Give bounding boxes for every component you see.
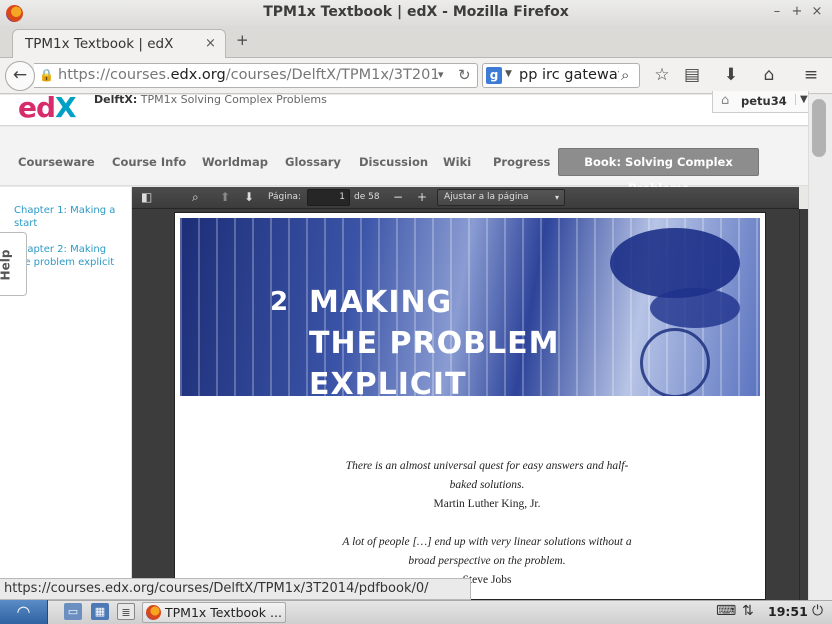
file-manager-icon[interactable]: ▭	[64, 603, 82, 620]
clock[interactable]: 19:51	[768, 604, 808, 619]
tab-book-active[interactable]: Book: Solving Complex Problems	[558, 148, 759, 195]
new-tab-button[interactable]: +	[236, 31, 249, 49]
search-input[interactable]: pp irc gateway	[519, 67, 619, 83]
url-bar[interactable]: 🔒 https://courses.edx.org/courses/DelftX…	[34, 63, 478, 88]
tab-glossary[interactable]: Glossary	[285, 155, 341, 169]
window-title: TPM1x Textbook | edX - Mozilla Firefox	[263, 4, 569, 20]
chapter-title-line-2: THE PROBLEM	[309, 326, 560, 361]
reload-icon[interactable]: ↻	[458, 66, 471, 84]
chapter-title-line-3: EXPLICIT	[309, 367, 467, 396]
keyboard-icon[interactable]: ⌨	[716, 603, 736, 619]
tab-discussion[interactable]: Discussion	[359, 155, 428, 169]
page-count: de 58	[354, 192, 380, 202]
menu-icon[interactable]: ≡	[800, 65, 822, 85]
minimize-button[interactable]: –	[768, 4, 786, 19]
lock-icon[interactable]: 🔒	[39, 68, 54, 82]
status-link-preview: https://courses.edx.org/courses/DelftX/T…	[0, 578, 471, 600]
zoom-out-button[interactable]: −	[393, 190, 403, 204]
google-search-engine-icon[interactable]: g	[486, 67, 502, 84]
url-dropdown-icon[interactable]: ▾	[438, 68, 444, 81]
close-window-button[interactable]: ×	[808, 4, 826, 19]
help-label: Help	[0, 249, 13, 281]
maximize-button[interactable]: +	[788, 4, 806, 19]
chapter-link-1[interactable]: Chapter 1: Making a start	[14, 204, 124, 230]
page-scrollbar[interactable]	[808, 95, 832, 600]
tab-courseware[interactable]: Courseware	[18, 155, 95, 169]
power-icon[interactable]: ⏻	[812, 603, 823, 619]
network-icon[interactable]: ⇅	[742, 603, 754, 619]
bookmark-star-icon[interactable]: ☆	[651, 65, 673, 85]
quote-1: There is an almost universal quest for e…	[345, 460, 629, 510]
page-number-input[interactable]: 1	[307, 189, 350, 206]
page-scrollbar-thumb[interactable]	[812, 99, 826, 157]
chapter-link-2[interactable]: Chapter 2: Making the problem explicit	[14, 243, 124, 269]
browser-tab[interactable]: TPM1x Textbook | edX ×	[12, 29, 226, 59]
user-dropdown-icon[interactable]: ▼	[795, 94, 808, 105]
sidebar-toggle-icon[interactable]: ◧	[141, 190, 152, 204]
start-menu-button[interactable]: ◠	[0, 600, 48, 624]
firefox-icon	[146, 605, 161, 620]
next-page-icon[interactable]: ⬇	[244, 190, 254, 204]
search-icon[interactable]: ⌕	[621, 66, 629, 84]
tab-label: TPM1x Textbook | edX	[25, 36, 174, 52]
search-engine-dropdown-icon[interactable]: ▼	[505, 69, 512, 79]
taskbar-window-firefox[interactable]: TPM1x Textbook ...	[142, 602, 286, 623]
tab-close-icon[interactable]: ×	[205, 36, 216, 51]
window-titlebar: TPM1x Textbook | edX - Mozilla Firefox –…	[0, 0, 832, 26]
course-name: DelftX: TPM1x Solving Complex Problems	[94, 93, 327, 106]
tab-course-info[interactable]: Course Info	[112, 155, 186, 169]
text-editor-icon[interactable]: ≣	[117, 603, 135, 620]
downloads-icon[interactable]: ⬇	[720, 65, 742, 85]
home-icon[interactable]: ⌂	[758, 65, 780, 85]
chapter-number: 2	[270, 287, 289, 317]
search-bar[interactable]: g ▼ pp irc gateway ⌕	[482, 63, 640, 88]
workspace-icon[interactable]: ▦	[91, 603, 109, 620]
username[interactable]: petu34	[741, 94, 787, 108]
help-tab[interactable]: Help	[0, 232, 27, 296]
page-label: Página:	[268, 192, 302, 202]
chevron-down-icon: ▾	[554, 193, 559, 202]
previous-page-icon[interactable]: ⬆	[220, 190, 230, 204]
tab-progress[interactable]: Progress	[493, 155, 550, 169]
pdf-scrollbar[interactable]	[799, 209, 808, 600]
zoom-in-button[interactable]: +	[417, 190, 427, 204]
user-menu[interactable]: ⌂ petu34 ▼	[712, 91, 809, 113]
reading-list-icon[interactable]: ▤	[681, 65, 703, 85]
chapter-cover-image	[180, 218, 760, 396]
zoom-select[interactable]: Ajustar a la página ▾	[437, 189, 565, 206]
url-text[interactable]: https://courses.edx.org/courses/DelftX/T…	[58, 67, 438, 83]
edx-logo[interactable]: edX	[18, 91, 77, 124]
dashboard-home-icon[interactable]: ⌂	[721, 93, 729, 108]
tab-wiki[interactable]: Wiki	[443, 155, 471, 169]
back-button[interactable]: ←	[5, 61, 35, 91]
taskbar-window-label: TPM1x Textbook ...	[165, 605, 282, 620]
chapter-title-line-1: MAKING	[309, 285, 453, 320]
tab-worldmap[interactable]: Worldmap	[202, 155, 268, 169]
find-icon[interactable]: ⌕	[192, 190, 199, 205]
